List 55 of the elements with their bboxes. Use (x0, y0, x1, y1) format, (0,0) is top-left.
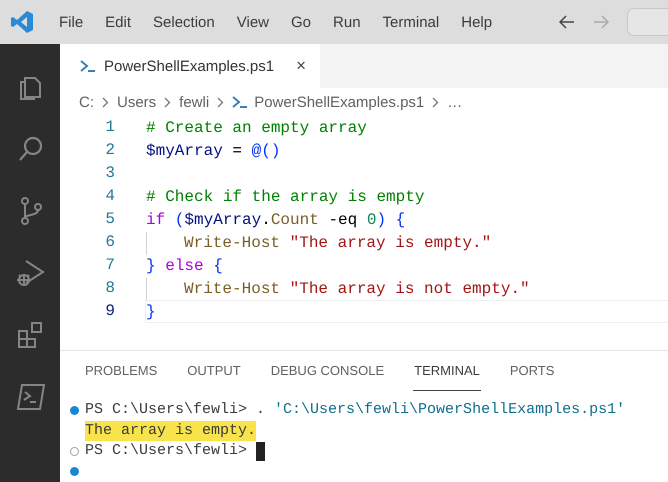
menu-item[interactable]: Help (450, 14, 504, 30)
panel-tab[interactable]: PORTS (508, 351, 556, 391)
menu-item[interactable]: Edit (94, 14, 142, 30)
menu-item[interactable]: Run (322, 14, 372, 30)
code-line: if ($myArray.Count -eq 0) { (146, 211, 406, 229)
command-status-dot[interactable] (70, 467, 79, 476)
code-line: # Check if the array is empty (146, 188, 424, 206)
back-arrow-icon[interactable] (559, 15, 575, 29)
line-number: 6 (104, 232, 115, 253)
search-icon[interactable] (17, 135, 45, 163)
code-line: } else { (146, 257, 223, 275)
line-number: 5 (104, 209, 115, 230)
menu-item[interactable]: View (226, 14, 280, 30)
app-logo-icon (10, 10, 34, 34)
terminal-icon[interactable] (16, 383, 46, 411)
powershell-icon (232, 96, 248, 108)
line-number: 2 (104, 140, 115, 161)
play-bug-icon[interactable] (16, 258, 46, 288)
line-number: 9 (104, 301, 115, 322)
breadcrumb-item[interactable]: Users (117, 94, 156, 110)
menu-item[interactable]: Go (280, 14, 322, 30)
line-number: 1 (104, 117, 115, 138)
command-pending-circle[interactable] (70, 446, 79, 456)
code-line: $myArray = @() (146, 142, 280, 160)
line-number: 3 (104, 163, 115, 184)
line-number: 8 (104, 278, 115, 299)
breadcrumb-item[interactable]: C: (79, 94, 94, 110)
code-line: # Create an empty array (146, 119, 367, 137)
editor-tab[interactable]: PowerShellExamples.ps1 × (60, 44, 320, 88)
panel-tab[interactable]: OUTPUT (186, 351, 242, 391)
chevron-icon (432, 96, 440, 108)
panel-tab[interactable]: TERMINAL (413, 351, 481, 391)
chevron-icon (217, 96, 224, 108)
chevron-icon (102, 96, 109, 108)
close-icon[interactable]: × (296, 56, 306, 76)
branch-icon[interactable] (18, 196, 44, 226)
command-status-dot[interactable] (70, 406, 79, 415)
menu-item[interactable]: Selection (142, 14, 226, 30)
panel-tab[interactable]: PROBLEMS (84, 351, 158, 391)
menu-item[interactable]: File (48, 14, 94, 30)
terminal-line: PS C:\Users\fewli> . 'C:\Users\fewli\PowerShellExamples.ps1' (85, 400, 626, 420)
panel-tab[interactable]: DEBUG CONSOLE (270, 351, 386, 391)
terminal-line: PS C:\Users\fewli> (85, 441, 248, 461)
line-number: 7 (104, 255, 115, 276)
breadcrumb-item[interactable]: fewli (179, 94, 210, 110)
breadcrumb-item[interactable]: … (447, 94, 462, 110)
powershell-icon (80, 60, 96, 72)
menu-item[interactable]: Terminal (372, 14, 450, 30)
breadcrumb-item[interactable]: PowerShellExamples.ps1 (254, 94, 424, 110)
code-line: Write-Host "The array is empty." (184, 234, 492, 252)
line-number: 4 (104, 186, 115, 207)
code-line: } (146, 303, 156, 321)
command-center-field[interactable] (627, 8, 668, 36)
code-line: Write-Host "The array is not empty." (184, 280, 530, 298)
chevron-icon (164, 96, 172, 108)
